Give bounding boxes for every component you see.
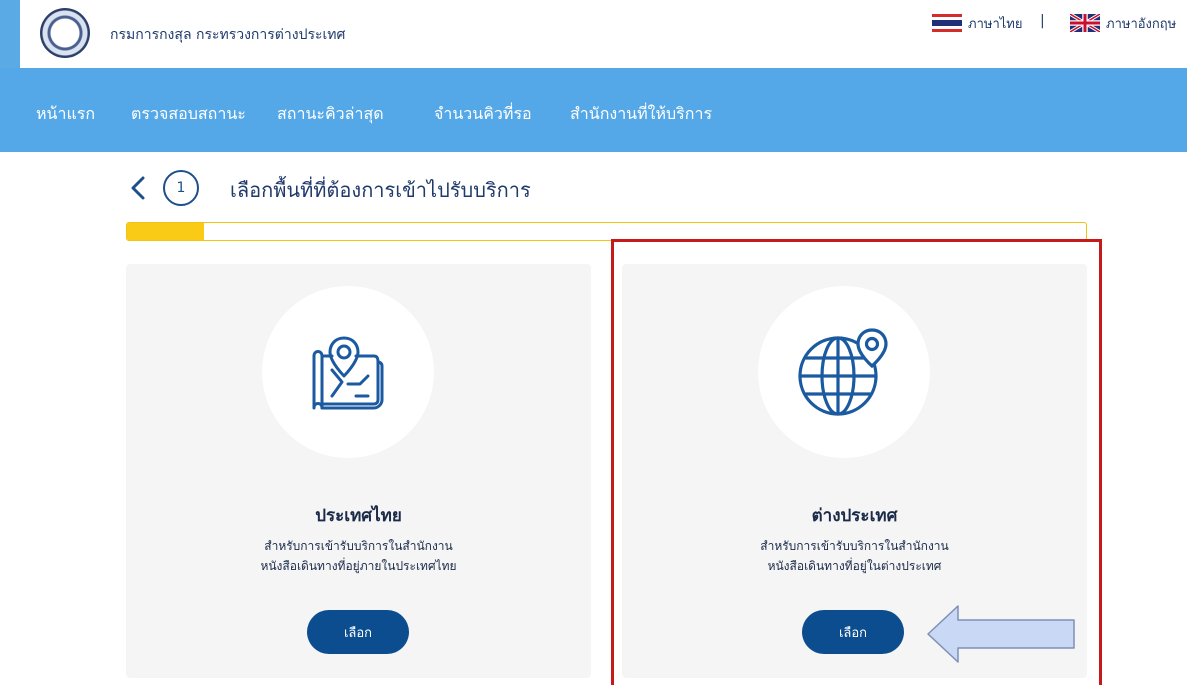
lang-separator: | bbox=[1040, 13, 1045, 29]
lang-english-label: ภาษาอังกฤษ bbox=[1106, 16, 1177, 32]
card-description-line: หนังสือเดินทางที่อยู่ภายในประเทศไทย bbox=[260, 559, 457, 573]
nav-item-service-offices[interactable]: สำนักงานที่ให้บริการ bbox=[570, 102, 712, 127]
progress-fill bbox=[127, 223, 204, 240]
org-title: กรมการกงสุล กระทรวงการต่างประเทศ bbox=[110, 27, 346, 43]
nav-item-waiting-count[interactable]: จำนวนคิวที่รอ bbox=[434, 102, 532, 127]
card-title: ประเทศไทย bbox=[315, 506, 402, 526]
nav-item-check-status[interactable]: ตรวจสอบสถานะ bbox=[131, 102, 246, 127]
select-thailand-button[interactable]: เลือก bbox=[307, 610, 409, 654]
nav-item-latest-queue[interactable]: สถานะคิวล่าสุด bbox=[277, 102, 384, 127]
card-description-line: สำหรับการเข้ารับบริการในสำนักงาน bbox=[760, 539, 949, 553]
card-description: สำหรับการเข้ารับบริการในสำนักงาน หนังสือ… bbox=[622, 536, 1087, 576]
lang-english-link[interactable]: ภาษาอังกฤษ bbox=[1070, 12, 1176, 34]
progress-bar bbox=[126, 222, 1087, 241]
card-icon-circle bbox=[262, 286, 434, 458]
main-nav: หน้าแรก ตรวจสอบสถานะ สถานะคิวล่าสุด จำนว… bbox=[0, 68, 1187, 152]
lang-thai-label: ภาษาไทย bbox=[968, 16, 1023, 32]
uk-flag-icon bbox=[1070, 14, 1100, 32]
step-title: เลือกพื้นที่ที่ต้องการเข้าไปรับบริการ bbox=[230, 178, 531, 202]
card-description-line: หนังสือเดินทางที่อยู่ในต่างประเทศ bbox=[767, 559, 942, 573]
select-abroad-button[interactable]: เลือก bbox=[802, 610, 904, 654]
card-icon-circle bbox=[758, 286, 930, 458]
card-description: สำหรับการเข้ารับบริการในสำนักงาน หนังสือ… bbox=[126, 536, 591, 576]
nav-item-home[interactable]: หน้าแรก bbox=[36, 102, 95, 127]
department-logo bbox=[40, 8, 90, 58]
map-pin-icon bbox=[312, 336, 384, 410]
lang-thai-link[interactable]: ภาษาไทย bbox=[932, 12, 1022, 34]
card-description-line: สำหรับการเข้ารับบริการในสำนักงาน bbox=[264, 539, 453, 553]
top-header: กรมการกงสุล กระทรวงการต่างประเทศ ภาษาไทย… bbox=[0, 0, 1187, 70]
pointer-arrow-icon bbox=[927, 605, 1075, 663]
card-title: ต่างประเทศ bbox=[811, 506, 898, 526]
thai-flag-icon bbox=[932, 14, 962, 32]
card-thailand: ประเทศไทย สำหรับการเข้ารับบริการในสำนักง… bbox=[126, 264, 591, 678]
header-accent bbox=[0, 0, 20, 70]
globe-pin-icon bbox=[798, 328, 888, 416]
step-number: 1 bbox=[163, 170, 199, 206]
back-chevron-icon[interactable] bbox=[126, 174, 150, 202]
